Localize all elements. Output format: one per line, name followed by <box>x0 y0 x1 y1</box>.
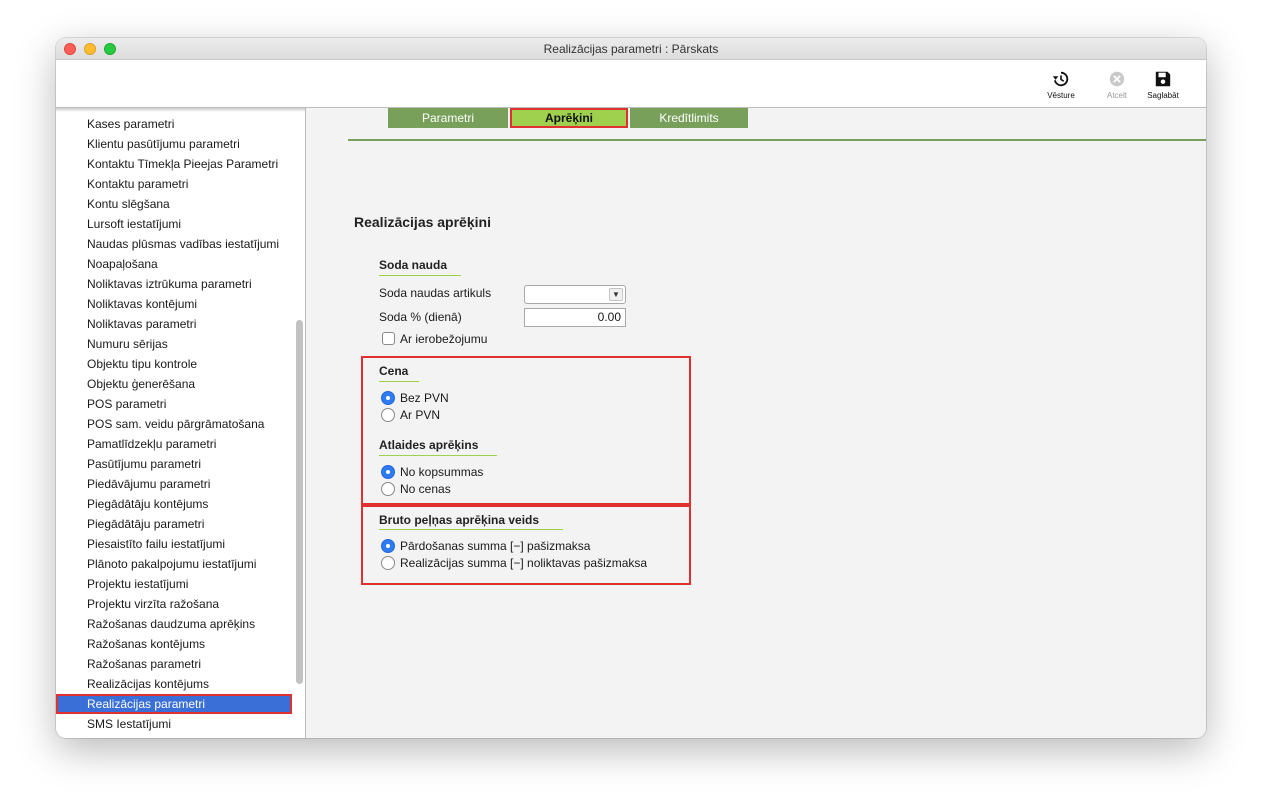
sidebar-item[interactable]: Piesaistīto failu iestatījumi <box>56 534 292 554</box>
price-heading: Cena <box>379 364 409 378</box>
tab-apreikini[interactable]: Aprēķini <box>510 108 628 128</box>
gross-profit-radio-sales[interactable] <box>381 539 395 553</box>
penalty-percent-label: Soda % (dienā) <box>379 310 462 324</box>
cancel-icon <box>1109 71 1125 87</box>
sidebar-item[interactable]: Pamatlīdzekļu parametri <box>56 434 292 454</box>
sidebar-list: Kases parametri Klientu pasūtījumu param… <box>56 114 292 734</box>
penalty-article-label: Soda naudas artikuls <box>379 286 492 300</box>
sidebar-item[interactable]: Naudas plūsmas vadības iestatījumi <box>56 234 292 254</box>
discount-radio-cenas[interactable] <box>381 482 395 496</box>
sidebar-item[interactable]: Objektu ģenerēšana <box>56 374 292 394</box>
section-title: Realizācijas aprēķini <box>354 214 491 230</box>
sidebar-top-shadow <box>56 108 305 112</box>
sidebar-item[interactable]: SMS Iestatījumi <box>56 714 292 734</box>
gross-profit-radio-realization[interactable] <box>381 556 395 570</box>
tab-kreditlimits[interactable]: Kredītlimits <box>630 108 748 128</box>
penalty-percent-input[interactable]: 0.00 <box>524 308 626 327</box>
toolbar: Vēsture Atcelt Saglabāt <box>56 60 1206 108</box>
penalty-article-select[interactable]: ▼ <box>524 285 626 304</box>
gross-profit-option-label: Pārdošanas summa [−] pašizmaksa <box>400 539 591 553</box>
penalty-heading: Soda nauda <box>379 258 448 272</box>
sidebar-scrollbar[interactable] <box>296 320 303 684</box>
discount-option-label: No cenas <box>400 482 451 496</box>
chevron-down-icon: ▼ <box>609 288 623 301</box>
sidebar-item[interactable]: Noapaļošana <box>56 254 292 274</box>
gross-profit-heading-underline <box>379 529 563 530</box>
sidebar-item[interactable]: Ražošanas parametri <box>56 654 292 674</box>
app-window: Realizācijas parametri : Pārskats Vēstur… <box>56 38 1206 738</box>
penalty-heading-underline <box>379 275 461 276</box>
save-button[interactable]: Saglabāt <box>1140 70 1186 100</box>
discount-option-label: No kopsummas <box>400 465 484 479</box>
sidebar-item[interactable]: Noliktavas kontējumi <box>56 294 292 314</box>
history-button[interactable]: Vēsture <box>1038 70 1084 100</box>
sidebar-item[interactable]: Kases parametri <box>56 114 292 134</box>
history-label: Vēsture <box>1047 91 1075 100</box>
sidebar-item[interactable]: Klientu pasūtījumu parametri <box>56 134 292 154</box>
sidebar-item[interactable]: Piegādātāju kontējums <box>56 494 292 514</box>
sidebar-item[interactable]: Noliktavas iztrūkuma parametri <box>56 274 292 294</box>
sidebar-item[interactable]: POS sam. veidu pārgrāmatošana <box>56 414 292 434</box>
limit-label: Ar ierobežojumu <box>400 332 488 346</box>
main-panel: Parametri Aprēķini Kredītlimits Realizāc… <box>308 108 1206 738</box>
price-option-label: Bez PVN <box>400 391 449 405</box>
cancel-label: Atcelt <box>1106 91 1127 100</box>
title-bar: Realizācijas parametri : Pārskats <box>56 38 1206 60</box>
window-title: Realizācijas parametri : Pārskats <box>543 42 719 56</box>
sidebar-item[interactable]: Projektu virzīta ražošana <box>56 594 292 614</box>
tab-parametri[interactable]: Parametri <box>388 108 508 128</box>
save-label: Saglabāt <box>1147 91 1179 100</box>
sidebar-item[interactable]: Kontu slēgšana <box>56 194 292 214</box>
cancel-button[interactable]: Atcelt <box>1094 70 1140 100</box>
sidebar-item[interactable]: Kontaktu Tīmekļa Pieejas Parametri <box>56 154 292 174</box>
sidebar-item[interactable]: Kontaktu parametri <box>56 174 292 194</box>
discount-radio-kopsummas[interactable] <box>381 465 395 479</box>
sidebar-item[interactable]: Projektu iestatījumi <box>56 574 292 594</box>
floppy-disk-icon <box>1155 71 1171 87</box>
sidebar-item[interactable]: Noliktavas parametri <box>56 314 292 334</box>
gross-profit-heading: Bruto peļņas aprēķina veids <box>379 513 540 527</box>
sidebar-item[interactable]: Ražošanas kontējums <box>56 634 292 654</box>
limit-checkbox[interactable] <box>382 332 395 345</box>
price-heading-underline <box>379 381 419 382</box>
gross-profit-option-label: Realizācijas summa [−] noliktavas pašizm… <box>400 556 648 570</box>
price-radio-bez-pvn[interactable] <box>381 391 395 405</box>
discount-heading: Atlaides aprēķins <box>379 438 479 452</box>
sidebar-item[interactable]: Plānoto pakalpojumu iestatījumi <box>56 554 292 574</box>
sidebar-item[interactable]: Piedāvājumu parametri <box>56 474 292 494</box>
discount-heading-underline <box>379 455 497 456</box>
settings-sidebar: Kases parametri Klientu pasūtījumu param… <box>56 108 306 738</box>
sidebar-item[interactable]: Piegādātāju parametri <box>56 514 292 534</box>
sidebar-item[interactable]: Ražošanas daudzuma aprēķins <box>56 614 292 634</box>
price-radio-ar-pvn[interactable] <box>381 408 395 422</box>
sidebar-item[interactable]: Numuru sērijas <box>56 334 292 354</box>
history-icon <box>1052 71 1069 87</box>
sidebar-item[interactable]: POS parametri <box>56 394 292 414</box>
sidebar-item-selected[interactable]: Realizācijas parametri <box>56 694 292 714</box>
sidebar-item[interactable]: Pasūtījumu parametri <box>56 454 292 474</box>
sidebar-item[interactable]: Lursoft iestatījumi <box>56 214 292 234</box>
tab-underline <box>348 139 1206 141</box>
price-option-label: Ar PVN <box>400 408 441 422</box>
sidebar-item[interactable]: Realizācijas kontējums <box>56 674 292 694</box>
sidebar-item[interactable]: Objektu tipu kontrole <box>56 354 292 374</box>
